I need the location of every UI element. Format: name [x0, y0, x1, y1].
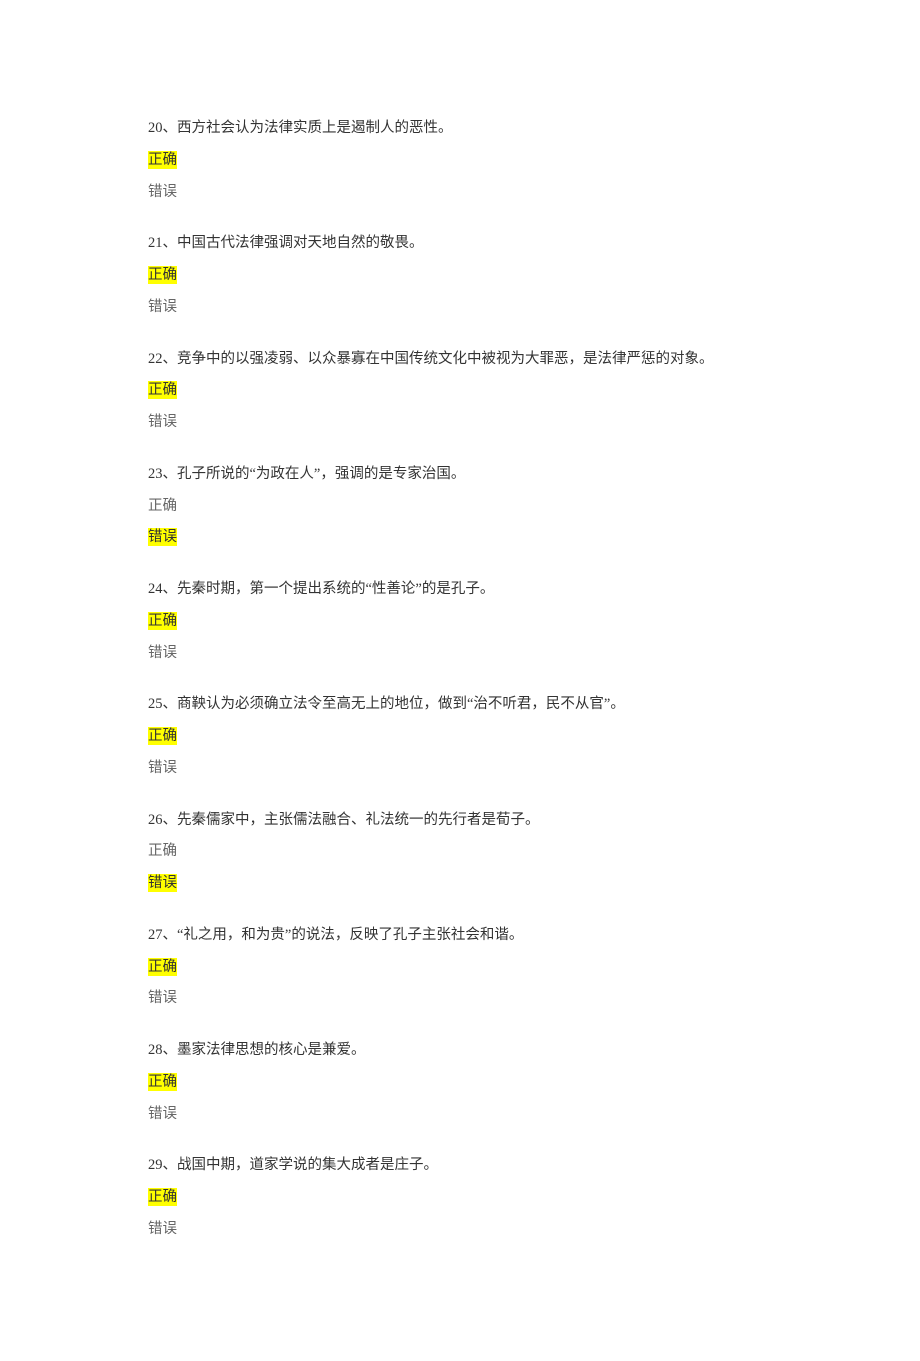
answer-wrong-label: 错误	[148, 414, 177, 430]
answer-wrong-label: 错误	[148, 184, 177, 200]
answer-correct-label: 正确	[148, 381, 177, 399]
answer-correct-label: 正确	[148, 266, 177, 284]
question-text: 26、先秦儒家中，主张儒法融合、礼法统一的先行者是荀子。	[148, 810, 772, 832]
answer-correct: 正确	[148, 265, 772, 287]
answer-wrong-label: 错误	[148, 1106, 177, 1122]
question-block: 24、先秦时期，第一个提出系统的“性善论”的是孔子。正确错误	[148, 579, 772, 664]
answer-correct: 正确	[148, 957, 772, 979]
answer-correct: 正确	[148, 1187, 772, 1209]
question-text: 22、竞争中的以强凌弱、以众暴寡在中国传统文化中被视为大罪恶，是法律严惩的对象。	[148, 349, 772, 371]
answer-correct: 正确	[148, 611, 772, 633]
answer-wrong: 错误	[148, 1104, 772, 1126]
answer-correct-label: 正确	[148, 843, 177, 859]
answer-correct-label: 正确	[148, 498, 177, 514]
question-block: 20、西方社会认为法律实质上是遏制人的恶性。正确错误	[148, 118, 772, 203]
question-block: 29、战国中期，道家学说的集大成者是庄子。正确错误	[148, 1155, 772, 1240]
answer-wrong: 错误	[148, 873, 772, 895]
question-text: 24、先秦时期，第一个提出系统的“性善论”的是孔子。	[148, 579, 772, 601]
answer-wrong: 错误	[148, 1219, 772, 1241]
answer-wrong-label: 错误	[148, 645, 177, 661]
question-block: 27、“礼之用，和为贵”的说法，反映了孔子主张社会和谐。正确错误	[148, 925, 772, 1010]
answer-wrong-label: 错误	[148, 528, 177, 546]
question-block: 22、竞争中的以强凌弱、以众暴寡在中国传统文化中被视为大罪恶，是法律严惩的对象。…	[148, 349, 772, 434]
question-block: 25、商鞅认为必须确立法令至高无上的地位，做到“治不听君，民不从官”。正确错误	[148, 694, 772, 779]
question-text: 27、“礼之用，和为贵”的说法，反映了孔子主张社会和谐。	[148, 925, 772, 947]
answer-wrong: 错误	[148, 643, 772, 665]
question-text: 21、中国古代法律强调对天地自然的敬畏。	[148, 233, 772, 255]
question-text: 23、孔子所说的“为政在人”，强调的是专家治国。	[148, 464, 772, 486]
answer-correct-label: 正确	[148, 727, 177, 745]
question-block: 21、中国古代法律强调对天地自然的敬畏。正确错误	[148, 233, 772, 318]
answer-wrong-label: 错误	[148, 760, 177, 776]
question-block: 23、孔子所说的“为政在人”，强调的是专家治国。正确错误	[148, 464, 772, 549]
answer-wrong-label: 错误	[148, 1221, 177, 1237]
question-text: 28、墨家法律思想的核心是兼爱。	[148, 1040, 772, 1062]
answer-wrong: 错误	[148, 988, 772, 1010]
question-text: 20、西方社会认为法律实质上是遏制人的恶性。	[148, 118, 772, 140]
document-page: 20、西方社会认为法律实质上是遏制人的恶性。正确错误21、中国古代法律强调对天地…	[0, 0, 920, 1361]
answer-wrong: 错误	[148, 297, 772, 319]
question-text: 25、商鞅认为必须确立法令至高无上的地位，做到“治不听君，民不从官”。	[148, 694, 772, 716]
answer-correct: 正确	[148, 380, 772, 402]
answer-correct: 正确	[148, 726, 772, 748]
question-block: 28、墨家法律思想的核心是兼爱。正确错误	[148, 1040, 772, 1125]
answer-correct-label: 正确	[148, 958, 177, 976]
question-text: 29、战国中期，道家学说的集大成者是庄子。	[148, 1155, 772, 1177]
answer-wrong: 错误	[148, 527, 772, 549]
answer-correct: 正确	[148, 496, 772, 518]
answer-wrong-label: 错误	[148, 299, 177, 315]
answer-correct: 正确	[148, 1072, 772, 1094]
answer-wrong: 错误	[148, 182, 772, 204]
answer-correct-label: 正确	[148, 1188, 177, 1206]
answer-wrong: 错误	[148, 758, 772, 780]
answer-wrong-label: 错误	[148, 874, 177, 892]
answer-wrong: 错误	[148, 412, 772, 434]
answer-correct: 正确	[148, 150, 772, 172]
answer-wrong-label: 错误	[148, 990, 177, 1006]
question-block: 26、先秦儒家中，主张儒法融合、礼法统一的先行者是荀子。正确错误	[148, 810, 772, 895]
answer-correct-label: 正确	[148, 1073, 177, 1091]
answer-correct-label: 正确	[148, 612, 177, 630]
questions-container: 20、西方社会认为法律实质上是遏制人的恶性。正确错误21、中国古代法律强调对天地…	[148, 118, 772, 1241]
answer-correct-label: 正确	[148, 151, 177, 169]
answer-correct: 正确	[148, 841, 772, 863]
